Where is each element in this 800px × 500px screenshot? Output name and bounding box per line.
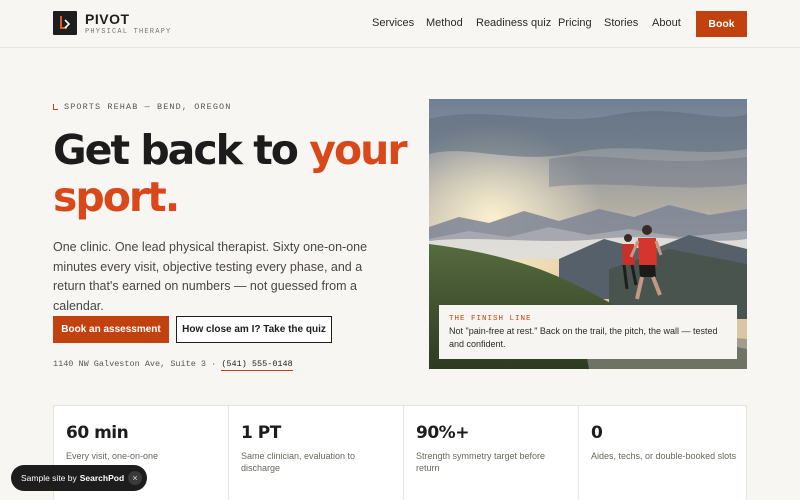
nav-method[interactable]: Method [426,17,463,29]
close-icon[interactable]: × [128,471,142,485]
hero-headline: Get back to your sport. [53,127,413,221]
stat-label: Same clinician, evaluation to discharge [241,451,356,473]
stat-value: 1 PT [241,423,281,443]
take-quiz-button[interactable]: How close am I? Take the quiz [176,316,332,343]
site-header: PIVOT PHYSICAL THERAPY Services Method R… [0,0,800,48]
brand-name[interactable]: PIVOT [85,11,130,27]
nav-readiness-quiz[interactable]: Readiness quiz [476,17,551,29]
pivot-logo-icon[interactable] [53,11,77,35]
hero-eyebrow: SPORTS REHAB — BEND, OREGON [53,102,231,112]
nav-stories[interactable]: Stories [604,17,638,29]
corner-mark-icon [53,104,58,110]
stat-label: Every visit, one-on-one [66,451,159,461]
address-text: 1140 NW Galveston Ave, Suite 3 · [53,359,222,369]
stat-item: 0 Aides, techs, or double-booked slots [579,406,753,500]
image-caption-card: THE FINISH LINE Not "pain-free at rest."… [439,305,737,359]
toast-prefix: Sample site by [21,473,77,483]
book-assessment-button[interactable]: Book an assessment [53,316,169,343]
brand-tagline: PHYSICAL THERAPY [85,28,172,36]
stat-label: Aides, techs, or double-booked slots [591,451,737,461]
stat-item: 1 PT Same clinician, evaluation to disch… [229,406,404,500]
nav-services[interactable]: Services [372,17,414,29]
sample-site-toast[interactable]: Sample site by SearchPod × [11,465,147,491]
stat-label: Strength symmetry target before return [416,451,546,473]
caption-kicker: THE FINISH LINE [449,315,532,323]
headline-text: Get back to [53,126,310,174]
eyebrow-text: SPORTS REHAB — BEND, OREGON [64,102,232,112]
hero-lead: One clinic. One lead physical therapist.… [53,240,368,313]
stats-strip: 60 min Every visit, one-on-one 1 PT Same… [53,405,747,500]
stat-value: 0 [591,423,603,443]
stat-item: 90%+ Strength symmetry target before ret… [404,406,579,500]
nav-pricing[interactable]: Pricing [558,17,592,29]
phone-link[interactable]: (541) 555-0148 [221,359,293,371]
nav-about[interactable]: About [652,17,681,29]
toast-brand[interactable]: SearchPod [80,473,124,483]
clinic-address: 1140 NW Galveston Ave, Suite 3 · (541) 5… [53,359,293,371]
book-button[interactable]: Book [696,11,747,37]
caption-text: Not "pain-free at rest." Back on the tra… [449,326,718,349]
stat-value: 60 min [66,423,129,443]
stat-value: 90%+ [416,423,469,443]
